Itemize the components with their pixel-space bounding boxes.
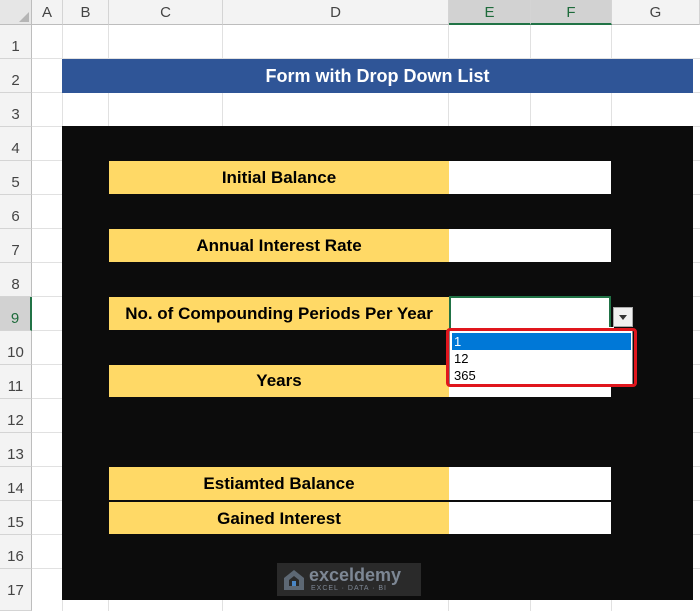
estimated-balance-label: Estiamted Balance [109,467,449,500]
logo-tagline: EXCEL · DATA · BI [311,585,387,592]
column-header-g[interactable]: G [612,0,700,25]
row-header-12[interactable]: 12 [0,399,32,433]
select-all-triangle-icon [19,12,29,22]
row-header-6[interactable]: 6 [0,195,32,229]
annual-interest-rate-label: Annual Interest Rate [109,229,449,262]
logo-name: exceldemy [309,565,402,585]
row-header-10[interactable]: 10 [0,331,32,365]
column-header-b[interactable]: B [63,0,109,25]
compounding-periods-input[interactable] [449,296,611,331]
row-header-3[interactable]: 3 [0,93,32,127]
gained-interest-output[interactable] [449,501,611,534]
row-header-8[interactable]: 8 [0,263,32,297]
row-header-14[interactable]: 14 [0,467,32,501]
compounding-periods-label: No. of Compounding Periods Per Year [109,297,449,330]
column-header-a[interactable]: A [32,0,63,25]
column-header-d[interactable]: D [223,0,449,25]
row-header-2[interactable]: 2 [0,59,32,93]
form-title: Form with Drop Down List [62,59,693,93]
dropdown-highlight-box [446,328,637,387]
exceldemy-logo: exceldemy EXCEL · DATA · BI [277,563,421,596]
row-header-13[interactable]: 13 [0,433,32,467]
years-label: Years [109,365,449,397]
column-header-e[interactable]: E [449,0,531,25]
row-header-17[interactable]: 17 [0,569,32,611]
row-header-11[interactable]: 11 [0,365,32,399]
row-header-9[interactable]: 9 [0,297,32,331]
estimated-balance-output[interactable] [449,467,611,500]
chevron-down-icon [619,315,627,320]
gained-interest-label: Gained Interest [109,501,449,534]
row-header-15[interactable]: 15 [0,501,32,535]
initial-balance-label: Initial Balance [109,161,449,194]
row-header-16[interactable]: 16 [0,535,32,569]
column-header-c[interactable]: C [109,0,223,25]
select-all-corner[interactable] [0,0,32,25]
exceldemy-house-icon [284,570,304,590]
row-header-7[interactable]: 7 [0,229,32,263]
row-header-1[interactable]: 1 [0,25,32,59]
dropdown-arrow-button[interactable] [613,307,633,327]
row-header-5[interactable]: 5 [0,161,32,195]
annual-interest-rate-input[interactable] [449,229,611,262]
initial-balance-input[interactable] [449,161,611,194]
row-header-4[interactable]: 4 [0,127,32,161]
column-header-f[interactable]: F [531,0,612,25]
